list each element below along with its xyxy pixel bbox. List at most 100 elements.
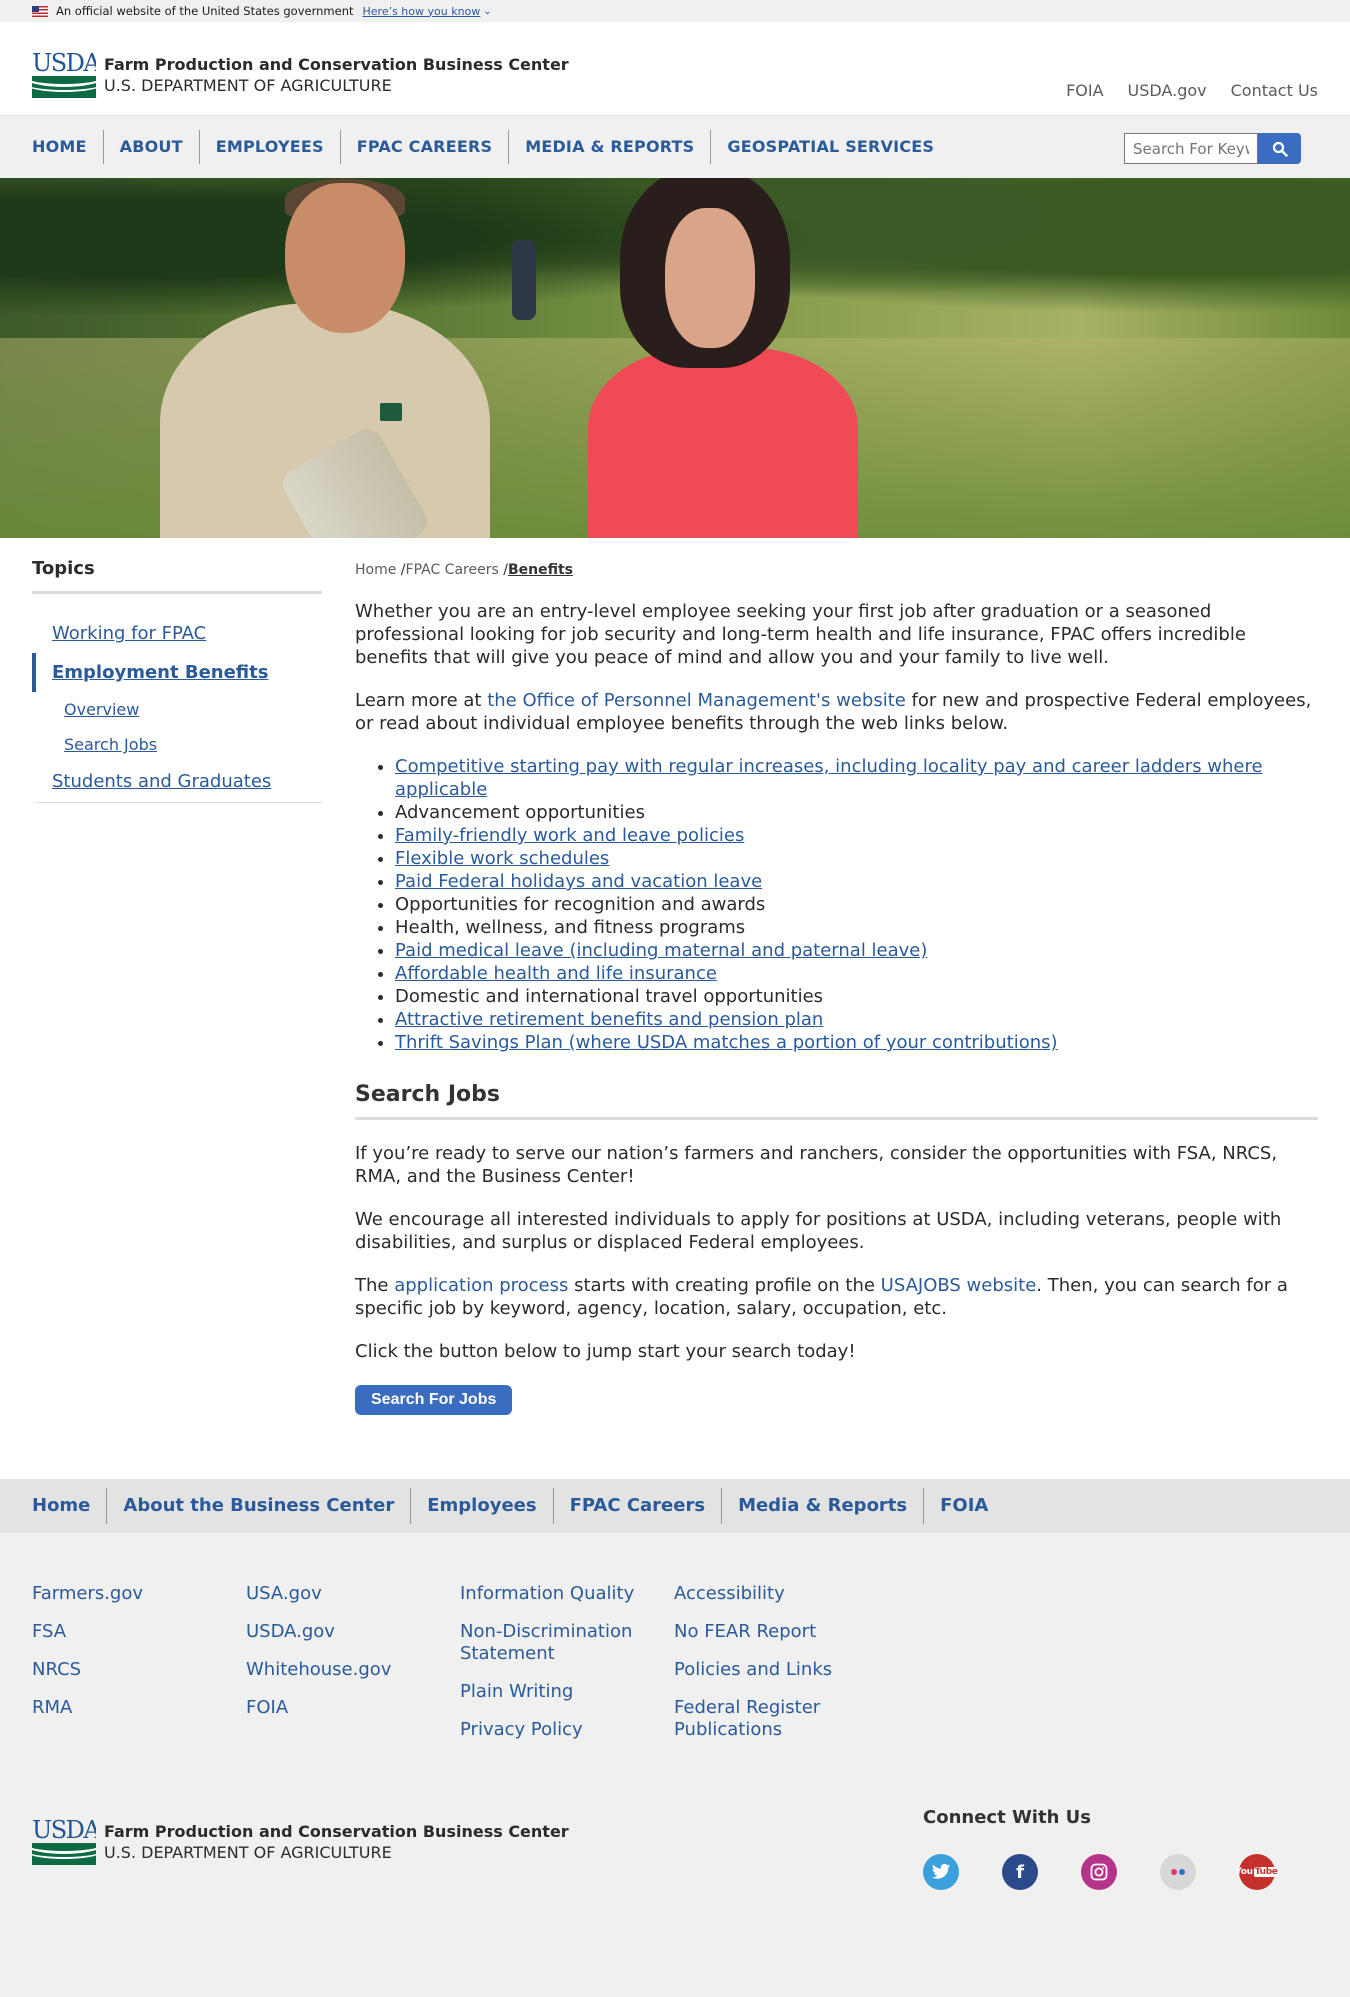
footer-link[interactable]: Plain Writing: [460, 1681, 674, 1703]
footer-column-4: Accessibility No FEAR Report Policies an…: [674, 1583, 888, 1819]
site-logo[interactable]: USDA Farm Production and Conservation Bu…: [32, 52, 569, 98]
contact-us-link[interactable]: Contact Us: [1231, 81, 1318, 100]
breadcrumb-fpac-careers[interactable]: FPAC Careers: [406, 562, 499, 578]
search-input[interactable]: [1124, 133, 1258, 164]
learn-more-paragraph: Learn more at the Office of Personnel Ma…: [355, 690, 1312, 734]
search-for-jobs-button[interactable]: Search For Jobs: [355, 1385, 513, 1415]
footer-link[interactable]: Whitehouse.gov: [246, 1659, 460, 1681]
site-search: [1124, 133, 1301, 164]
benefit-link[interactable]: Family-friendly work and leave policies: [395, 825, 744, 846]
facebook-icon[interactable]: f: [1002, 1854, 1038, 1890]
usda-logo-icon: USDA: [32, 52, 96, 98]
sidebar-item-students-graduates[interactable]: Students and Graduates: [32, 762, 322, 803]
nav-media-reports[interactable]: MEDIA & REPORTS: [508, 130, 710, 164]
footer-link[interactable]: Accessibility: [674, 1583, 888, 1605]
foia-link[interactable]: FOIA: [1066, 81, 1103, 100]
list-item: Opportunities for recognition and awards: [395, 893, 1318, 916]
benefit-link[interactable]: Competitive starting pay with regular in…: [395, 756, 1263, 800]
gov-banner: An official website of the United States…: [0, 0, 1350, 22]
sidebar-item-search-jobs[interactable]: Search Jobs: [32, 727, 322, 762]
footer-nav-media-reports[interactable]: Media & Reports: [721, 1488, 923, 1524]
hero-image: [0, 178, 1350, 538]
sidebar-item-working-for-fpac[interactable]: Working for FPAC: [32, 614, 322, 653]
footer-link[interactable]: Information Quality: [460, 1583, 674, 1605]
list-item: Affordable health and life insurance: [395, 962, 1318, 985]
main-nav: HOME ABOUT EMPLOYEES FPAC CAREERS MEDIA …: [0, 115, 1350, 178]
nav-home[interactable]: HOME: [32, 130, 103, 164]
benefits-list: Competitive starting pay with regular in…: [355, 755, 1318, 1054]
list-item: Domestic and international travel opport…: [395, 985, 1318, 1008]
benefit-link[interactable]: Attractive retirement benefits and pensi…: [395, 1009, 823, 1030]
list-item: Health, wellness, and fitness programs: [395, 916, 1318, 939]
connect-heading: Connect With Us: [923, 1807, 1091, 1828]
usda-logo-icon: USDA: [32, 1819, 96, 1865]
search-jobs-heading: Search Jobs: [355, 1082, 1318, 1120]
footer-link[interactable]: Federal Register Publications: [674, 1697, 888, 1741]
nav-fpac-careers[interactable]: FPAC CAREERS: [339, 130, 508, 164]
sidebar-item-overview[interactable]: Overview: [32, 692, 322, 727]
benefit-link[interactable]: Flexible work schedules: [395, 848, 609, 869]
benefit-link[interactable]: Affordable health and life insurance: [395, 963, 717, 984]
footer-link[interactable]: USA.gov: [246, 1583, 460, 1605]
footer-site-title: Farm Production and Conservation Busines…: [104, 1822, 569, 1841]
footer-link[interactable]: Policies and Links: [674, 1659, 888, 1681]
footer-column-1: Farmers.gov FSA NRCS RMA: [32, 1583, 246, 1819]
footer-link[interactable]: RMA: [32, 1697, 246, 1719]
main-content-area: Topics Working for FPAC Employment Benef…: [0, 538, 1350, 1479]
footer-nav: Home About the Business Center Employees…: [0, 1479, 1350, 1533]
usda-gov-link[interactable]: USDA.gov: [1128, 81, 1207, 100]
search-paragraph-4: Click the button below to jump start you…: [355, 1341, 856, 1362]
flickr-icon[interactable]: [1160, 1854, 1196, 1890]
chevron-down-icon[interactable]: ⌄: [483, 6, 491, 17]
article: Home /FPAC Careers /Benefits Whether you…: [355, 538, 1318, 1415]
search-paragraph-1: If you’re ready to serve our nation’s fa…: [355, 1143, 1278, 1187]
list-item: Flexible work schedules: [395, 847, 1318, 870]
footer-link[interactable]: No FEAR Report: [674, 1621, 888, 1643]
benefit-link[interactable]: Paid medical leave (including maternal a…: [395, 940, 927, 961]
footer-logo[interactable]: USDA Farm Production and Conservation Bu…: [32, 1819, 569, 1865]
sidebar-heading: Topics: [32, 558, 322, 594]
application-process-link[interactable]: application process: [394, 1275, 568, 1296]
sidebar-item-employment-benefits[interactable]: Employment Benefits: [32, 653, 322, 692]
nav-about[interactable]: ABOUT: [102, 130, 199, 164]
site-header: USDA Farm Production and Conservation Bu…: [0, 22, 1350, 115]
footer-nav-about[interactable]: About the Business Center: [106, 1488, 410, 1524]
nav-employees[interactable]: EMPLOYEES: [198, 130, 340, 164]
us-flag-icon: [32, 5, 48, 17]
search-icon: [1272, 141, 1288, 157]
footer-nav-fpac-careers[interactable]: FPAC Careers: [552, 1488, 721, 1524]
list-item: Family-friendly work and leave policies: [395, 824, 1318, 847]
footer-link[interactable]: Farmers.gov: [32, 1583, 246, 1605]
benefit-link[interactable]: Thrift Savings Plan (where USDA matches …: [395, 1032, 1058, 1053]
site-title: Farm Production and Conservation Busines…: [104, 55, 569, 74]
footer-nav-foia[interactable]: FOIA: [923, 1488, 1004, 1524]
twitter-icon[interactable]: [923, 1854, 959, 1890]
intro-paragraph: Whether you are an entry-level employee …: [355, 601, 1246, 668]
search-button[interactable]: [1258, 133, 1301, 164]
footer-column-2: USA.gov USDA.gov Whitehouse.gov FOIA: [246, 1583, 460, 1819]
gov-banner-text: An official website of the United States…: [56, 4, 354, 18]
usajobs-link[interactable]: USAJOBS website: [881, 1275, 1037, 1296]
youtube-icon[interactable]: You Tube: [1235, 1854, 1279, 1890]
instagram-icon[interactable]: [1081, 1854, 1117, 1890]
how-you-know-link[interactable]: Here’s how you know: [363, 5, 481, 18]
footer-link[interactable]: USDA.gov: [246, 1621, 460, 1643]
footer-site-subtitle: U.S. DEPARTMENT OF AGRICULTURE: [104, 1843, 392, 1862]
list-item: Thrift Savings Plan (where USDA matches …: [395, 1031, 1318, 1054]
list-item: Paid Federal holidays and vacation leave: [395, 870, 1318, 893]
footer-nav-employees[interactable]: Employees: [410, 1488, 552, 1524]
list-item: Attractive retirement benefits and pensi…: [395, 1008, 1318, 1031]
nav-geospatial-services[interactable]: GEOSPATIAL SERVICES: [710, 130, 950, 164]
breadcrumb: Home /FPAC Careers /Benefits: [355, 562, 573, 578]
footer-link[interactable]: FSA: [32, 1621, 246, 1643]
sidebar: Topics Working for FPAC Employment Benef…: [32, 538, 322, 1415]
footer-nav-home[interactable]: Home: [32, 1488, 106, 1524]
search-paragraph-3: The application process starts with crea…: [355, 1275, 1288, 1319]
benefit-link[interactable]: Paid Federal holidays and vacation leave: [395, 871, 762, 892]
opm-website-link[interactable]: the Office of Personnel Management's web…: [487, 690, 906, 711]
breadcrumb-home[interactable]: Home: [355, 562, 396, 578]
footer-link[interactable]: FOIA: [246, 1697, 460, 1719]
footer-link[interactable]: Non-Discrimination Statement: [460, 1621, 674, 1665]
footer-link[interactable]: NRCS: [32, 1659, 246, 1681]
footer-link[interactable]: Privacy Policy: [460, 1719, 674, 1741]
